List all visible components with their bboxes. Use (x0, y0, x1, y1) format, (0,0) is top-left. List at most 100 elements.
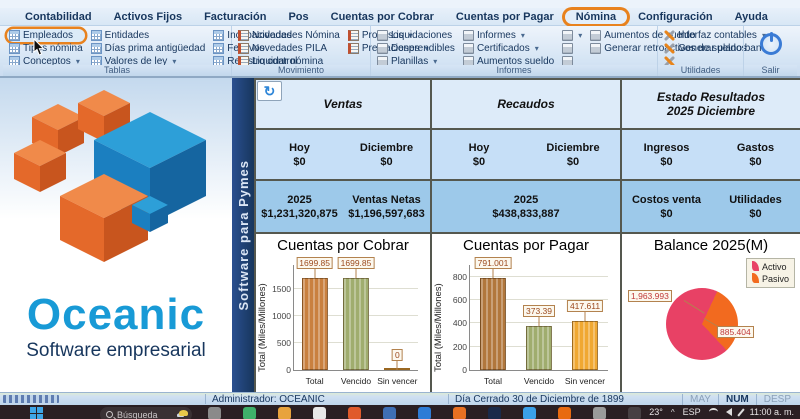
search-icon (106, 411, 113, 418)
balance-pie (666, 288, 738, 360)
printer-icon (463, 30, 474, 41)
ribbon-item-certificados[interactable]: Certificados (461, 42, 556, 55)
kpi-recaudos-hoy: Hoy$0 (432, 130, 526, 179)
ribbon-group-label: Utilidades (658, 65, 743, 76)
ledger-icon (348, 43, 359, 54)
chart-cuentas-por-pagar: Cuentas por Pagar Total (Miles/Millones)… (432, 234, 620, 392)
ribbon-item-print-2[interactable] (560, 42, 584, 55)
app-icon-silver[interactable] (593, 407, 606, 419)
app-icon-blue[interactable] (418, 407, 431, 419)
tab-cuentas-por-cobrar[interactable]: Cuentas por Cobrar (320, 10, 445, 24)
bar-value-label: 417.611 (567, 300, 603, 312)
app-icon-red[interactable] (348, 407, 361, 419)
ribbon-group-informes: Liquidaciones Desprendibles Planillas In… (371, 26, 658, 76)
table-icon (91, 43, 102, 54)
scroll-lock-indicator: DESP (756, 394, 798, 405)
tab-facturacion[interactable]: Facturación (193, 10, 277, 24)
bar-value-label: 373.39 (523, 305, 555, 317)
num-lock-indicator: NUM (718, 394, 756, 405)
tab-cuentas-por-pagar[interactable]: Cuentas por Pagar (445, 10, 565, 24)
store-icon[interactable] (313, 407, 326, 419)
status-bar: Administrador: OCEANIC Día Cerrado 30 de… (0, 392, 800, 405)
x-tick-label: Vencido (524, 376, 554, 386)
chart-balance: Balance 2025(M) Activo Pasivo 1,963.993 … (622, 234, 800, 392)
panel-title: Estado Resultados 2025 Diciembre (622, 80, 800, 130)
ribbon-tabs: Contabilidad Activos Fijos Facturación P… (0, 8, 800, 26)
tab-nomina[interactable]: Nómina (565, 10, 627, 24)
kpi-ventas-netas: Ventas Netas$1,196,597,683 (343, 181, 430, 232)
tab-configuracion[interactable]: Configuración (627, 10, 724, 24)
volume-icon[interactable] (726, 408, 732, 416)
x-tick-label: Sin vencer (377, 376, 417, 386)
folder-icon[interactable] (278, 407, 291, 419)
x-tick-label: Vencido (341, 376, 371, 386)
app-icon-navy[interactable] (488, 407, 501, 419)
windows-start-icon[interactable] (30, 407, 43, 419)
kpi-recaudos-diciembre: Diciembre$0 (526, 130, 620, 179)
logo-panel: Oceanic Software empresarial (0, 78, 232, 392)
app-icon-gray[interactable] (208, 407, 221, 419)
kpi-costos-venta: Costos venta$0 (622, 181, 711, 232)
panel-estado-resultados: Estado Resultados 2025 Diciembre Ingreso… (622, 80, 800, 392)
panel-ventas: Ventas Hoy$0 Diciembre$0 2025$1,231,320,… (256, 80, 432, 392)
table-icon (213, 43, 224, 54)
ribbon-group-label: Informes (371, 65, 657, 76)
tab-contabilidad[interactable]: Contabilidad (14, 10, 103, 24)
power-icon[interactable] (760, 33, 782, 55)
app-icon-amber[interactable] (558, 407, 571, 419)
app-icon-steelblue[interactable] (383, 407, 396, 419)
app-icon-lightblue[interactable] (523, 407, 536, 419)
chart-title: Cuentas por Pagar (432, 237, 620, 254)
tab-pos[interactable]: Pos (277, 10, 319, 24)
ribbon-item-entidades[interactable]: Entidades (89, 29, 208, 42)
bar-vencido (343, 278, 369, 370)
ribbon-group-utilidades: Interfaz contables Generar plano bancos … (658, 26, 744, 76)
table-icon (213, 30, 224, 41)
app-icon-dark[interactable] (628, 407, 641, 419)
x-tick-label: Total (484, 376, 502, 386)
language-indicator[interactable]: ESP (683, 407, 701, 417)
bar-plot: 0200400600800791.001Total373.39Vencido41… (469, 265, 608, 371)
app-icon-orange[interactable] (453, 407, 466, 419)
search-input[interactable]: Búsqueda (100, 407, 192, 419)
bar-sin-vencer (572, 321, 598, 370)
bar-plot: 0500100015001699.85Total1699.85Vencido0S… (293, 265, 418, 371)
ribbon-group-label: Tablas (3, 65, 231, 76)
ribbon-item-novedades-pila[interactable]: Novedades PILA (236, 42, 342, 55)
kpi-recaudos-2025: 2025$438,833,887 (432, 181, 620, 232)
ribbon-item-liquidaciones[interactable]: Liquidaciones (375, 29, 457, 42)
ribbon-group-salir: Salir (744, 26, 797, 76)
pen-icon[interactable] (737, 408, 744, 416)
refresh-button[interactable]: ↻ (257, 81, 282, 101)
clock-label[interactable]: 11:00 a. m. (750, 407, 794, 417)
tab-ayuda[interactable]: Ayuda (724, 10, 779, 24)
ribbon-item-print-1[interactable] (560, 29, 584, 42)
tab-activos-fijos[interactable]: Activos Fijos (103, 10, 193, 24)
bar-value-label: 0 (392, 349, 403, 361)
printer-icon (590, 43, 601, 54)
wifi-icon[interactable] (709, 408, 718, 416)
ledger-icon (238, 43, 249, 54)
ribbon-item-dias-prima[interactable]: Días prima antigüedad (89, 42, 208, 55)
printer-icon (463, 43, 474, 54)
ribbon-item-informes[interactable]: Informes (461, 29, 556, 42)
panel-title: Ventas (256, 80, 430, 130)
mouse-cursor (33, 39, 47, 57)
pie-label-pasivo: 885.404 (717, 326, 754, 338)
bar-value-label: 791.001 (475, 257, 512, 269)
ledger-icon (238, 30, 249, 41)
brand-name: Oceanic (0, 290, 232, 340)
tray-expand-icon[interactable]: ^ (671, 408, 675, 417)
ribbon-item-novedades-nomina[interactable]: Novedades Nómina (236, 29, 342, 42)
browser-icon[interactable] (243, 407, 256, 419)
kpi-ingresos: Ingresos$0 (622, 130, 711, 179)
bar-value-label: 1699.85 (338, 257, 375, 269)
temperature-label[interactable]: 23° (649, 407, 663, 417)
printer-icon (377, 30, 388, 41)
ribbon-item-desprendibles[interactable]: Desprendibles (375, 42, 457, 55)
app-window: Contabilidad Activos Fijos Facturación P… (0, 0, 800, 419)
ribbon-group-label: Movimiento (232, 65, 370, 76)
printer-icon (562, 30, 573, 41)
bar-vencido (526, 326, 552, 370)
printer-icon (590, 30, 601, 41)
